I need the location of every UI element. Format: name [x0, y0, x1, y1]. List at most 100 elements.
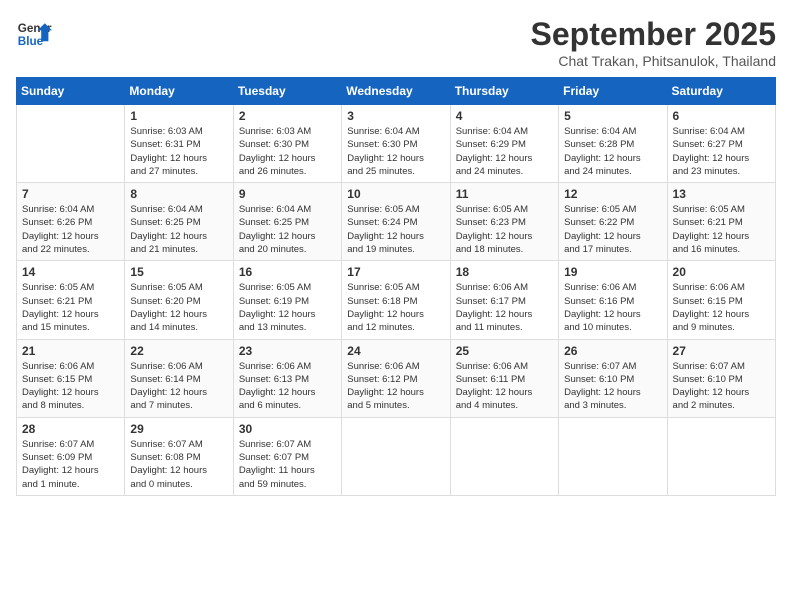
page-header: General Blue September 2025 Chat Trakan,…: [16, 16, 776, 69]
calendar-cell: 10 Sunrise: 6:05 AM Sunset: 6:24 PM Dayli…: [342, 183, 450, 261]
calendar-cell: 16 Sunrise: 6:05 AM Sunset: 6:19 PM Dayli…: [233, 261, 341, 339]
logo: General Blue: [16, 16, 52, 52]
day-info: Sunrise: 6:05 AM Sunset: 6:23 PM Dayligh…: [456, 203, 553, 256]
calendar-cell: 17 Sunrise: 6:05 AM Sunset: 6:18 PM Dayli…: [342, 261, 450, 339]
calendar-week-row: 14 Sunrise: 6:05 AM Sunset: 6:21 PM Dayli…: [17, 261, 776, 339]
day-number: 22: [130, 344, 227, 358]
day-number: 18: [456, 265, 553, 279]
logo-icon: General Blue: [16, 16, 52, 52]
calendar-cell: 30Sunrise: 6:07 AM Sunset: 6:07 PM Dayli…: [233, 417, 341, 495]
title-block: September 2025 Chat Trakan, Phitsanulok,…: [531, 16, 776, 69]
day-info: Sunrise: 6:04 AM Sunset: 6:30 PM Dayligh…: [347, 125, 444, 178]
day-number: 4: [456, 109, 553, 123]
calendar-cell: 27 Sunrise: 6:07 AM Sunset: 6:10 PM Dayli…: [667, 339, 775, 417]
calendar-cell: 11 Sunrise: 6:05 AM Sunset: 6:23 PM Dayli…: [450, 183, 558, 261]
calendar-cell: 6 Sunrise: 6:04 AM Sunset: 6:27 PM Daylig…: [667, 105, 775, 183]
calendar-cell: 26Sunrise: 6:07 AM Sunset: 6:10 PM Dayli…: [559, 339, 667, 417]
calendar-week-row: 1 Sunrise: 6:03 AM Sunset: 6:31 PM Daylig…: [17, 105, 776, 183]
day-info: Sunrise: 6:06 AM Sunset: 6:13 PM Dayligh…: [239, 360, 336, 413]
weekday-header-tuesday: Tuesday: [233, 78, 341, 105]
day-info: Sunrise: 6:05 AM Sunset: 6:24 PM Dayligh…: [347, 203, 444, 256]
calendar-cell: 8 Sunrise: 6:04 AM Sunset: 6:25 PM Daylig…: [125, 183, 233, 261]
weekday-header-friday: Friday: [559, 78, 667, 105]
day-number: 21: [22, 344, 119, 358]
day-number: 9: [239, 187, 336, 201]
day-info: Sunrise: 6:06 AM Sunset: 6:17 PM Dayligh…: [456, 281, 553, 334]
calendar-cell: [450, 417, 558, 495]
calendar-cell: 4 Sunrise: 6:04 AM Sunset: 6:29 PM Daylig…: [450, 105, 558, 183]
day-info: Sunrise: 6:05 AM Sunset: 6:22 PM Dayligh…: [564, 203, 661, 256]
day-info: Sunrise: 6:06 AM Sunset: 6:14 PM Dayligh…: [130, 360, 227, 413]
day-info: Sunrise: 6:05 AM Sunset: 6:21 PM Dayligh…: [22, 281, 119, 334]
calendar-cell: 15Sunrise: 6:05 AM Sunset: 6:20 PM Dayli…: [125, 261, 233, 339]
calendar-cell: 18 Sunrise: 6:06 AM Sunset: 6:17 PM Dayli…: [450, 261, 558, 339]
day-info: Sunrise: 6:04 AM Sunset: 6:25 PM Dayligh…: [239, 203, 336, 256]
day-info: Sunrise: 6:05 AM Sunset: 6:19 PM Dayligh…: [239, 281, 336, 334]
day-info: Sunrise: 6:06 AM Sunset: 6:15 PM Dayligh…: [673, 281, 770, 334]
month-year-title: September 2025: [531, 16, 776, 53]
calendar-table: SundayMondayTuesdayWednesdayThursdayFrid…: [16, 77, 776, 496]
day-number: 28: [22, 422, 119, 436]
day-number: 29: [130, 422, 227, 436]
weekday-header-wednesday: Wednesday: [342, 78, 450, 105]
calendar-cell: 14 Sunrise: 6:05 AM Sunset: 6:21 PM Dayli…: [17, 261, 125, 339]
day-info: Sunrise: 6:04 AM Sunset: 6:25 PM Dayligh…: [130, 203, 227, 256]
day-number: 17: [347, 265, 444, 279]
day-info: Sunrise: 6:05 AM Sunset: 6:18 PM Dayligh…: [347, 281, 444, 334]
day-number: 2: [239, 109, 336, 123]
weekday-header-monday: Monday: [125, 78, 233, 105]
day-info: Sunrise: 6:06 AM Sunset: 6:16 PM Dayligh…: [564, 281, 661, 334]
calendar-cell: [559, 417, 667, 495]
day-info: Sunrise: 6:07 AM Sunset: 6:08 PM Dayligh…: [130, 438, 227, 491]
calendar-cell: 9 Sunrise: 6:04 AM Sunset: 6:25 PM Daylig…: [233, 183, 341, 261]
day-number: 12: [564, 187, 661, 201]
calendar-cell: 25Sunrise: 6:06 AM Sunset: 6:11 PM Dayli…: [450, 339, 558, 417]
calendar-cell: 21 Sunrise: 6:06 AM Sunset: 6:15 PM Dayli…: [17, 339, 125, 417]
day-number: 26: [564, 344, 661, 358]
day-number: 14: [22, 265, 119, 279]
calendar-cell: 1 Sunrise: 6:03 AM Sunset: 6:31 PM Daylig…: [125, 105, 233, 183]
calendar-cell: 24 Sunrise: 6:06 AM Sunset: 6:12 PM Dayli…: [342, 339, 450, 417]
weekday-header-thursday: Thursday: [450, 78, 558, 105]
day-info: Sunrise: 6:04 AM Sunset: 6:26 PM Dayligh…: [22, 203, 119, 256]
day-info: Sunrise: 6:04 AM Sunset: 6:28 PM Dayligh…: [564, 125, 661, 178]
day-number: 11: [456, 187, 553, 201]
day-info: Sunrise: 6:07 AM Sunset: 6:10 PM Dayligh…: [673, 360, 770, 413]
calendar-cell: 23Sunrise: 6:06 AM Sunset: 6:13 PM Dayli…: [233, 339, 341, 417]
weekday-header-saturday: Saturday: [667, 78, 775, 105]
calendar-cell: 19Sunrise: 6:06 AM Sunset: 6:16 PM Dayli…: [559, 261, 667, 339]
day-info: Sunrise: 6:05 AM Sunset: 6:21 PM Dayligh…: [673, 203, 770, 256]
calendar-week-row: 28 Sunrise: 6:07 AM Sunset: 6:09 PM Dayli…: [17, 417, 776, 495]
day-info: Sunrise: 6:07 AM Sunset: 6:09 PM Dayligh…: [22, 438, 119, 491]
day-number: 10: [347, 187, 444, 201]
day-info: Sunrise: 6:03 AM Sunset: 6:30 PM Dayligh…: [239, 125, 336, 178]
day-number: 27: [673, 344, 770, 358]
calendar-cell: [667, 417, 775, 495]
day-info: Sunrise: 6:06 AM Sunset: 6:11 PM Dayligh…: [456, 360, 553, 413]
calendar-cell: 3Sunrise: 6:04 AM Sunset: 6:30 PM Daylig…: [342, 105, 450, 183]
calendar-header-row: SundayMondayTuesdayWednesdayThursdayFrid…: [17, 78, 776, 105]
day-number: 6: [673, 109, 770, 123]
calendar-cell: 5Sunrise: 6:04 AM Sunset: 6:28 PM Daylig…: [559, 105, 667, 183]
day-number: 16: [239, 265, 336, 279]
calendar-cell: 29 Sunrise: 6:07 AM Sunset: 6:08 PM Dayli…: [125, 417, 233, 495]
day-number: 20: [673, 265, 770, 279]
day-number: 1: [130, 109, 227, 123]
day-info: Sunrise: 6:06 AM Sunset: 6:15 PM Dayligh…: [22, 360, 119, 413]
day-number: 8: [130, 187, 227, 201]
calendar-cell: 13Sunrise: 6:05 AM Sunset: 6:21 PM Dayli…: [667, 183, 775, 261]
day-info: Sunrise: 6:04 AM Sunset: 6:27 PM Dayligh…: [673, 125, 770, 178]
calendar-body: 1 Sunrise: 6:03 AM Sunset: 6:31 PM Daylig…: [17, 105, 776, 496]
calendar-cell: 20 Sunrise: 6:06 AM Sunset: 6:15 PM Dayli…: [667, 261, 775, 339]
day-info: Sunrise: 6:06 AM Sunset: 6:12 PM Dayligh…: [347, 360, 444, 413]
calendar-cell: [17, 105, 125, 183]
calendar-week-row: 7Sunrise: 6:04 AM Sunset: 6:26 PM Daylig…: [17, 183, 776, 261]
calendar-week-row: 21 Sunrise: 6:06 AM Sunset: 6:15 PM Dayli…: [17, 339, 776, 417]
day-info: Sunrise: 6:03 AM Sunset: 6:31 PM Dayligh…: [130, 125, 227, 178]
calendar-cell: 28 Sunrise: 6:07 AM Sunset: 6:09 PM Dayli…: [17, 417, 125, 495]
day-number: 24: [347, 344, 444, 358]
day-info: Sunrise: 6:05 AM Sunset: 6:20 PM Dayligh…: [130, 281, 227, 334]
calendar-cell: 7Sunrise: 6:04 AM Sunset: 6:26 PM Daylig…: [17, 183, 125, 261]
day-info: Sunrise: 6:04 AM Sunset: 6:29 PM Dayligh…: [456, 125, 553, 178]
day-number: 30: [239, 422, 336, 436]
